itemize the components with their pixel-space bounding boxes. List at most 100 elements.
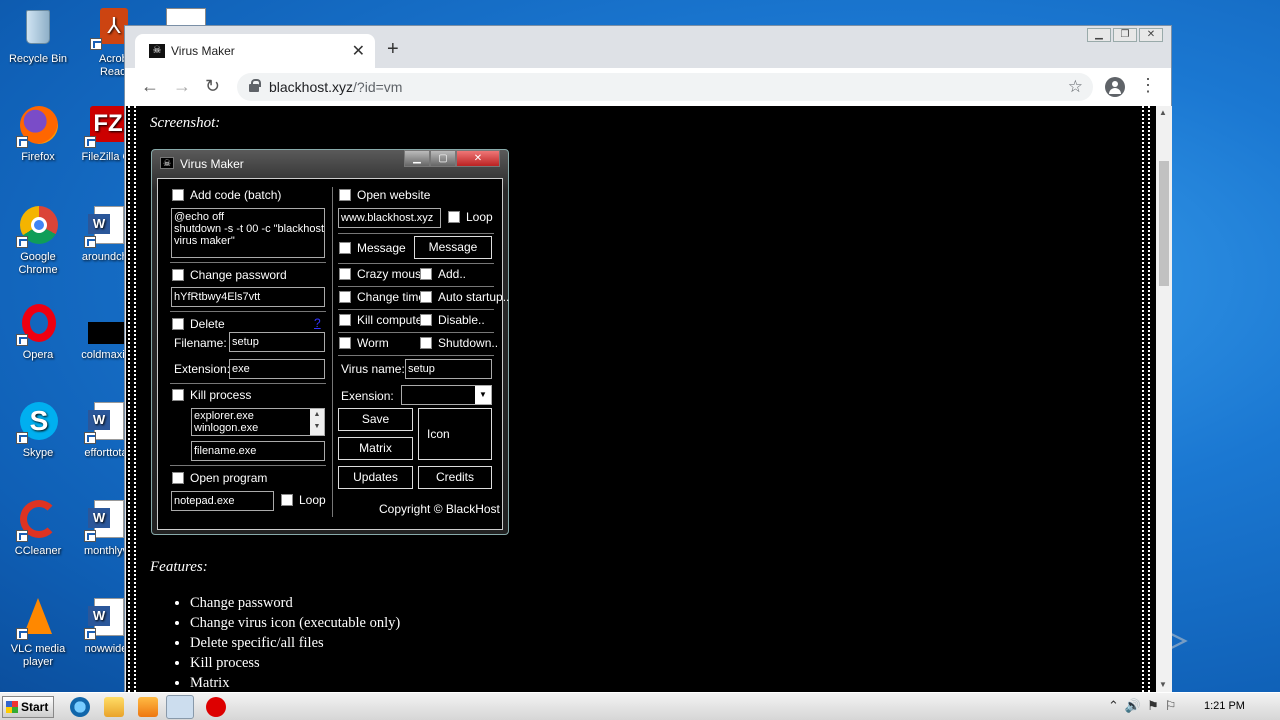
separator	[338, 263, 494, 264]
add-label: Add..	[438, 267, 467, 281]
desktop-icon-ccleaner[interactable]: CCleaner	[0, 498, 76, 558]
partial-desktop-icon[interactable]	[166, 8, 206, 26]
tab-close-icon[interactable]: ✕	[352, 41, 365, 61]
list-scrollbar: ▲ ▼	[310, 409, 324, 435]
desktop-icon-label: Skype	[22, 447, 54, 459]
features-list: Change password Change virus icon (execu…	[190, 595, 400, 692]
minimize-button[interactable]: ▁	[1087, 28, 1111, 42]
worm-checkbox	[339, 337, 351, 349]
copyright-text: Copyright © BlackHost	[379, 502, 500, 516]
restore-button[interactable]: ❐	[1113, 28, 1137, 42]
menu-dots-icon[interactable]: ⋮	[1139, 76, 1157, 94]
save-button: Save	[338, 408, 413, 431]
scroll-up-icon[interactable]: ▲	[1159, 108, 1167, 117]
change-password-checkbox	[172, 269, 184, 281]
code-line: shutdown -s -t 00 -c "blackhost	[174, 223, 325, 235]
filezilla-icon: FZ	[84, 104, 128, 148]
desktop-icon-recycle-bin[interactable]: Recycle Bin	[0, 6, 76, 66]
internet-explorer-icon[interactable]	[70, 697, 90, 717]
code-line: virus maker"	[174, 235, 235, 247]
close-window-button[interactable]: ✕	[1139, 28, 1163, 42]
opera-taskbar-icon[interactable]	[206, 697, 226, 717]
address-bar[interactable]: blackhost.xyz/?id=vm ☆	[237, 73, 1093, 101]
shutdown-checkbox	[420, 337, 432, 349]
desktop-icon-label: VLC media player	[10, 643, 66, 668]
auto-startup-label: Auto startup..	[438, 290, 510, 304]
desktop-icon-vlc[interactable]: VLC media player	[0, 596, 76, 669]
process-list: explorer.exe winlogon.exe ▲ ▼	[191, 408, 325, 436]
matrix-button: Matrix	[338, 437, 413, 460]
process-item: explorer.exe	[194, 410, 254, 422]
tab-bar: ☠ Virus Maker ✕ + ▁ ❐ ✕	[125, 26, 1171, 68]
exension-label: Exension:	[341, 389, 394, 403]
back-arrow-icon[interactable]: ←	[141, 76, 159, 97]
vm-title: Virus Maker	[180, 157, 244, 171]
clock[interactable]: 1:21 PM	[1204, 700, 1245, 712]
open-program-checkbox	[172, 472, 184, 484]
separator	[338, 286, 494, 287]
desktop-icon-firefox[interactable]: Firefox	[0, 104, 76, 164]
auto-startup-checkbox	[420, 291, 432, 303]
reload-icon[interactable]: ↻	[205, 76, 220, 97]
url-path: /?id=vm	[353, 79, 403, 95]
kill-computer-checkbox	[339, 314, 351, 326]
column-divider	[332, 187, 333, 517]
code-textarea: @echo off shutdown -s -t 00 -c "blackhos…	[171, 208, 325, 258]
website-loop-checkbox	[448, 211, 460, 223]
skype-icon: S	[16, 400, 60, 444]
virus-name-label: Virus name:	[341, 362, 405, 376]
message-checkbox	[339, 242, 351, 254]
url-host: blackhost.xyz	[269, 79, 354, 95]
account-icon[interactable]	[1105, 77, 1125, 97]
add-code-label: Add code (batch)	[190, 188, 282, 202]
open-website-checkbox	[339, 189, 351, 201]
file-explorer-icon[interactable]	[104, 697, 124, 717]
program-loop-checkbox	[281, 494, 293, 506]
delete-help-link: ?	[314, 316, 321, 330]
scroll-thumb[interactable]	[1159, 161, 1169, 286]
list-item: Kill process	[190, 655, 400, 675]
separator	[338, 332, 494, 333]
delete-checkbox	[172, 318, 184, 330]
tab-title: Virus Maker	[171, 44, 235, 58]
change-password-label: Change password	[190, 268, 287, 282]
browser-toolbar: ← → ↻ blackhost.xyz/?id=vm ☆ ⋮	[125, 68, 1171, 106]
process-item: winlogon.exe	[194, 422, 259, 434]
word-document-icon: W	[84, 400, 128, 444]
taskbar: Start ⌃🔊⚑⚐ 1:21 PM	[0, 692, 1280, 720]
kill-process-checkbox	[172, 389, 184, 401]
crazy-mouse-checkbox	[339, 268, 351, 280]
vertical-scrollbar[interactable]: ▲ ▼	[1156, 106, 1172, 692]
vm-close-icon: ✕	[456, 150, 500, 167]
features-heading: Features:	[150, 559, 208, 575]
vm-maximize-icon: ▢	[430, 150, 456, 167]
desktop-icon-label: Opera	[22, 349, 54, 361]
separator	[338, 355, 494, 356]
desktop-icon-opera[interactable]: Opera	[0, 302, 76, 362]
forward-arrow-icon[interactable]: →	[173, 76, 191, 97]
new-tab-icon[interactable]: +	[387, 38, 399, 61]
browser-tab[interactable]: ☠ Virus Maker ✕	[135, 34, 375, 68]
chrome-taskbar-icon[interactable]	[166, 695, 194, 719]
lock-icon	[249, 79, 261, 92]
vm-body: Add code (batch) @echo off shutdown -s -…	[157, 178, 509, 530]
desktop-icon-chrome[interactable]: Google Chrome	[0, 204, 76, 277]
ccleaner-icon	[16, 498, 60, 542]
url-text: blackhost.xyz/?id=vm	[269, 79, 402, 95]
system-tray-icons[interactable]: ⌃🔊⚑⚐	[1108, 698, 1182, 714]
desktop-icon-skype[interactable]: S Skype	[0, 400, 76, 460]
delete-label: Delete	[190, 317, 225, 331]
open-program-label: Open program	[190, 471, 268, 485]
bookmark-star-icon[interactable]: ☆	[1068, 77, 1083, 97]
media-player-icon[interactable]	[138, 697, 158, 717]
change-time-label: Change time	[357, 290, 426, 304]
start-button[interactable]: Start	[2, 696, 54, 718]
shutdown-label: Shutdown..	[438, 336, 499, 350]
list-item: Change virus icon (executable only)	[190, 615, 400, 635]
message-label: Message	[357, 241, 406, 255]
recycle-bin-icon	[16, 6, 60, 50]
credits-button: Credits	[418, 466, 492, 489]
filename-field: setup	[229, 332, 325, 352]
scroll-down-icon[interactable]: ▼	[1159, 680, 1167, 689]
change-time-checkbox	[339, 291, 351, 303]
